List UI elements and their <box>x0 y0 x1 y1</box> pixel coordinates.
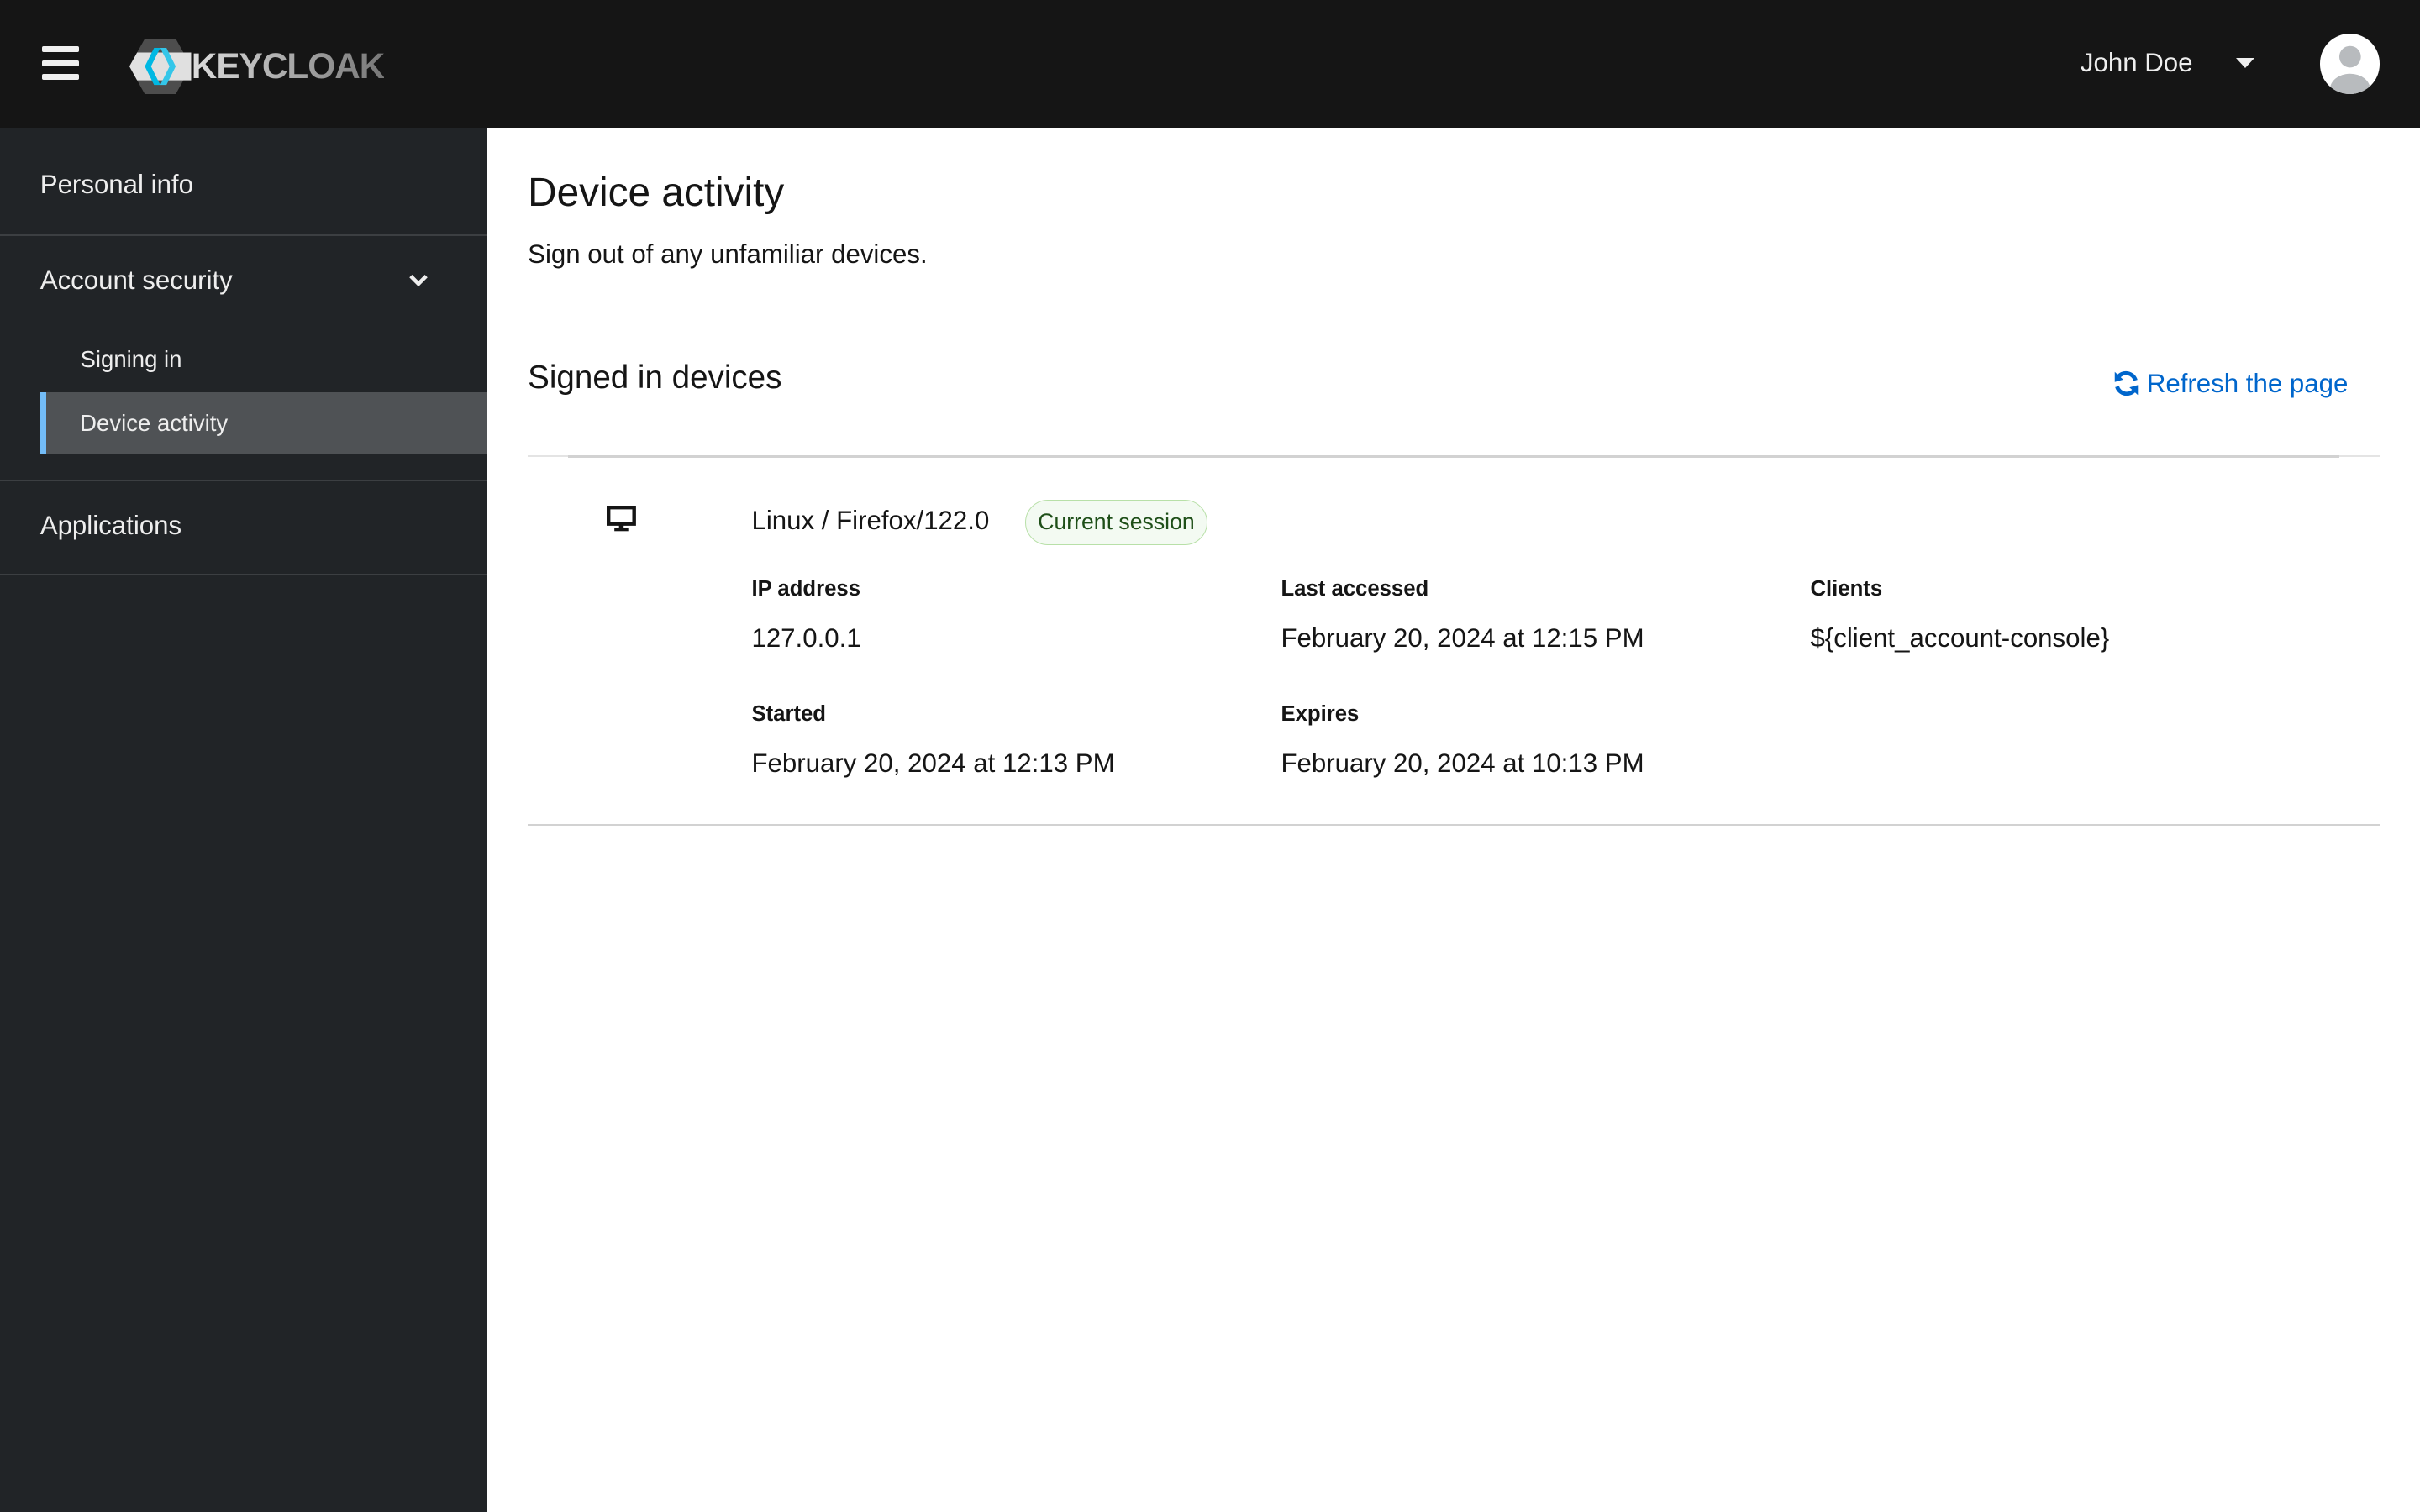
started-value: February 20, 2024 at 12:13 PM <box>751 748 1115 778</box>
page-title: Device activity <box>528 171 785 216</box>
main-content: Device activity Sign out of any unfamili… <box>487 128 2420 1512</box>
ip-address-label: IP address <box>751 576 860 601</box>
current-session-badge: Current session <box>1024 500 1208 545</box>
clients-label: Clients <box>1810 576 1883 601</box>
logo-text: KEYCLOAK <box>191 45 386 86</box>
divider <box>567 454 2340 459</box>
refresh-label: Refresh the page <box>2146 368 2349 398</box>
device-name: Linux / Firefox/122.0 <box>751 506 990 536</box>
masthead: KEYCLOAK John Doe <box>0 0 2420 129</box>
divider <box>0 480 488 482</box>
desktop-icon <box>606 506 636 532</box>
sidebar-item-device-activity[interactable]: Device activity <box>39 391 488 454</box>
keycloak-hex-icon <box>129 38 192 95</box>
user-avatar-icon <box>2329 46 2370 95</box>
started-label: Started <box>751 701 827 726</box>
hamburger-menu-icon[interactable] <box>41 46 79 81</box>
user-dropdown[interactable]: John Doe <box>2081 48 2254 78</box>
last-accessed-label: Last accessed <box>1281 576 1429 601</box>
sync-icon <box>2115 371 2139 396</box>
sidebar-item-label: Account security <box>39 265 233 295</box>
divider <box>528 823 2381 826</box>
sidebar-item-personal-info[interactable]: Personal info <box>40 170 528 200</box>
refresh-page-link[interactable]: Refresh the page <box>2112 369 2348 399</box>
clients-value: ${client_account-console} <box>1810 623 2110 654</box>
section-title: Signed in devices <box>528 359 782 396</box>
expires-value: February 20, 2024 at 10:13 PM <box>1281 748 1644 778</box>
ip-address-value: 127.0.0.1 <box>751 623 861 654</box>
user-name: John Doe <box>2080 47 2193 77</box>
sidebar-item-applications[interactable]: Applications <box>40 511 528 541</box>
chevron-down-icon <box>408 275 428 287</box>
last-accessed-value: February 20, 2024 at 12:15 PM <box>1281 623 1644 654</box>
avatar[interactable] <box>2319 34 2381 95</box>
sidebar-item-signing-in[interactable]: Signing in <box>40 328 488 390</box>
caret-down-icon <box>2235 57 2254 68</box>
divider <box>0 574 488 576</box>
sidebar: Personal info Account security Signing i… <box>0 128 488 1512</box>
page-subtitle: Sign out of any unfamiliar devices. <box>528 239 928 269</box>
divider <box>0 234 488 236</box>
expires-label: Expires <box>1281 701 1360 726</box>
keycloak-logo[interactable]: KEYCLOAK <box>129 38 386 95</box>
sidebar-item-account-security[interactable]: Account security <box>40 265 442 296</box>
